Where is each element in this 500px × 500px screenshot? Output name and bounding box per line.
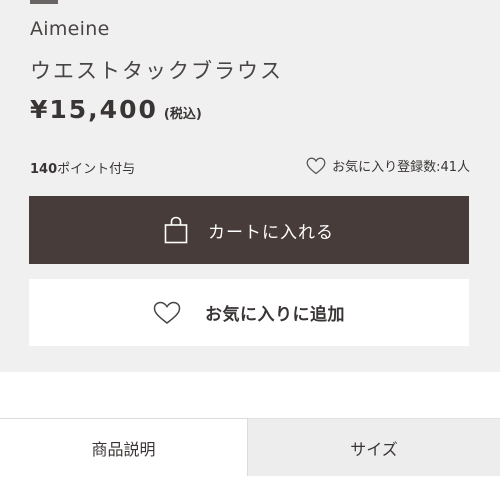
points-value: 140 bbox=[30, 162, 58, 177]
heart-outline-icon bbox=[153, 301, 181, 324]
top-edge-divider bbox=[30, 0, 58, 4]
favorites-count: お気に入り登録数:41人 bbox=[306, 156, 470, 175]
add-to-cart-label: カートに入れる bbox=[208, 222, 334, 243]
add-to-cart-button[interactable]: カートに入れる bbox=[29, 196, 469, 264]
shopping-bag-icon bbox=[164, 216, 188, 244]
price-row: ¥15,400 (税込) bbox=[30, 95, 202, 124]
heart-outline-icon bbox=[306, 157, 326, 174]
points-label: ポイント付与 bbox=[57, 162, 136, 177]
brand-name[interactable]: Aimeine bbox=[30, 18, 110, 40]
favorites-count-label: お気に入り登録数:41人 bbox=[332, 160, 470, 175]
points-info: 140 ポイント付与 bbox=[30, 158, 135, 177]
tab-size[interactable]: サイズ bbox=[248, 418, 500, 476]
tax-label: (税込) bbox=[163, 107, 202, 122]
add-to-favorites-label: お気に入りに追加 bbox=[205, 305, 345, 325]
add-to-favorites-button[interactable]: お気に入りに追加 bbox=[29, 279, 469, 346]
tab-product-description-label: 商品説明 bbox=[91, 439, 156, 459]
product-info-panel: Aimeine ウエストタックブラウス ¥15,400 (税込) 140 ポイン… bbox=[0, 0, 500, 372]
tab-product-description[interactable]: 商品説明 bbox=[0, 418, 248, 476]
product-detail-tabs: 商品説明 サイズ bbox=[0, 418, 500, 476]
product-title: ウエストタックブラウス bbox=[30, 59, 283, 83]
tab-size-label: サイズ bbox=[350, 439, 398, 459]
price: ¥15,400 bbox=[30, 95, 158, 124]
